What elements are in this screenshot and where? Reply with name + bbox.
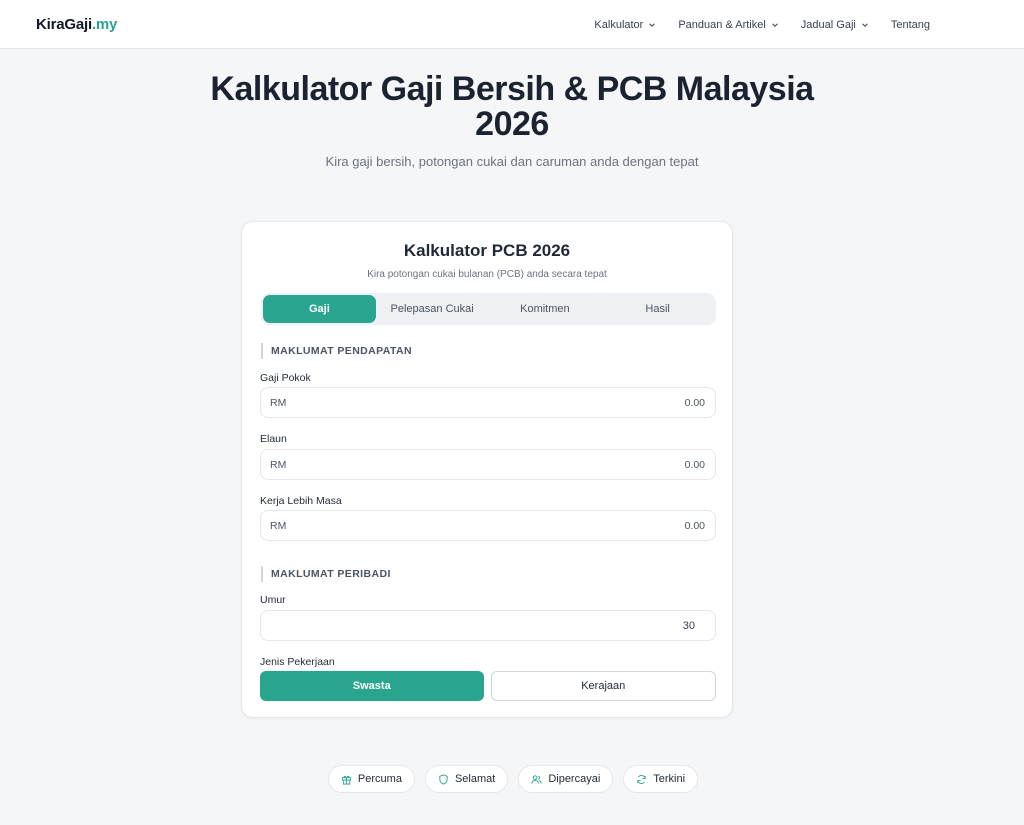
nav-label: Tentang [890,19,930,31]
currency-prefix: RM [270,396,287,409]
input-value: 0.00 [684,458,705,471]
chevron-down-icon [862,23,868,27]
chevron-down-icon [772,23,778,27]
page-title-line1: Kalkulator Gaji Bersih & PCB Malaysia [210,70,814,108]
badge-label: Terkini [653,773,686,785]
job-type-toggle: Swasta Kerajaan [260,671,716,701]
field-label-kerja-lebih-masa: Kerja Lebih Masa [260,495,342,507]
kerja-lebih-masa-input[interactable]: RM 0.00 [260,510,716,541]
umur-input[interactable]: 30 [260,610,716,641]
badge-selamat: Selamat [424,765,509,793]
job-type-swasta-button[interactable]: Swasta [260,671,484,701]
nav-label: Panduan & Artikel [678,19,766,31]
logo-main: KiraGaji [36,16,92,33]
badge-label: Selamat [454,773,496,785]
tab-hasil[interactable]: Hasil [601,295,714,323]
trust-badges: Percuma Selamat Dipercayai Terkini [0,765,1024,793]
tab-komitmen[interactable]: Komitmen [489,295,602,323]
nav-item-kalkulator[interactable]: Kalkulator [594,19,656,31]
logo-tld: .my [91,16,118,33]
users-icon [531,774,542,784]
step-tabs: Gaji Pelepasan Cukai Komitmen Hasil [261,293,716,325]
gaji-pokok-input[interactable]: RM 0.00 [260,387,716,418]
tab-pelepasan-cukai[interactable]: Pelepasan Cukai [376,295,489,323]
nav-label: Kalkulator [594,19,644,31]
currency-prefix: RM [270,519,287,532]
nav-item-panduan[interactable]: Panduan & Artikel [678,19,778,31]
field-label-jenis-pekerjaan: Jenis Pekerjaan [260,656,335,668]
input-value: 0.00 [684,519,705,532]
shield-icon [439,773,448,785]
currency-prefix: RM [270,458,287,471]
top-navbar: KiraGaji.my Kalkulator Panduan & Artikel… [0,0,1024,49]
input-value: 0.00 [684,396,705,409]
page-title: Kalkulator Gaji Bersih & PCB Malaysia 20… [0,72,1024,142]
badge-dipercayai: Dipercayai [518,765,614,793]
badge-percuma: Percuma [327,765,415,793]
page-title-line2: 2026 [475,105,549,143]
input-value: 30 [682,619,695,632]
job-type-kerajaan-button[interactable]: Kerajaan [490,671,716,701]
site-logo[interactable]: KiraGaji.my [36,16,117,33]
chevron-down-icon [649,23,656,27]
page-subtitle: Kira gaji bersih, potongan cukai dan car… [325,154,699,169]
tab-gaji[interactable]: Gaji [263,295,376,323]
refresh-icon [637,774,646,784]
badge-label: Dipercayai [548,773,601,785]
field-label-gaji-pokok: Gaji Pokok [260,372,311,384]
field-label-elaun: Elaun [260,433,287,445]
calculator-card: Kalkulator PCB 2026 Kira potongan cukai … [241,221,733,718]
field-label-umur: Umur [260,594,286,606]
section-heading-income: MAKLUMAT PENDAPATAN [261,343,412,359]
nav-item-jadual-gaji[interactable]: Jadual Gaji [801,19,869,31]
nav-item-tentang[interactable]: Tentang [891,19,930,31]
nav-label: Jadual Gaji [800,19,856,31]
main-nav: Kalkulator Panduan & Artikel Jadual Gaji… [594,19,930,31]
section-heading-personal: MAKLUMAT PERIBADI [261,566,391,582]
badge-label: Percuma [357,773,402,785]
card-title: Kalkulator PCB 2026 [403,241,571,260]
gift-icon [341,775,352,785]
badge-terkini: Terkini [623,765,699,793]
elaun-input[interactable]: RM 0.00 [260,449,716,480]
card-subtitle: Kira potongan cukai bulanan (PCB) anda s… [367,269,607,280]
